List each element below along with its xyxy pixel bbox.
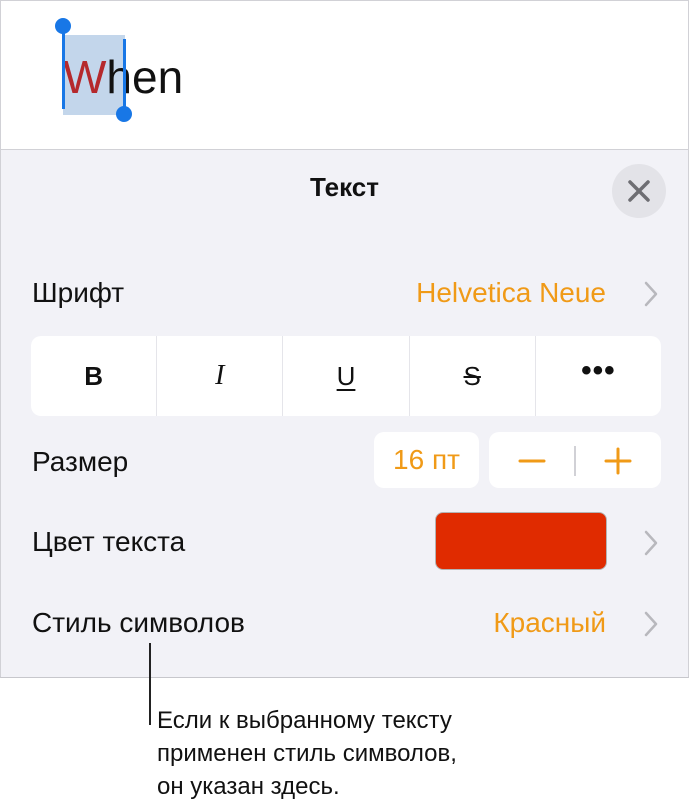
selection-start-caret [62, 29, 65, 109]
selection-end-handle[interactable] [116, 106, 132, 122]
more-icon: ••• [581, 354, 616, 387]
size-stepper [489, 432, 661, 488]
strikethrough-button[interactable]: S [408, 336, 535, 416]
font-label: Шрифт [32, 277, 125, 308]
more-options-button[interactable]: ••• [534, 336, 661, 416]
callout-text: Если к выбранному тексту применен стиль … [157, 707, 457, 800]
text-color-label: Цвет текста [32, 526, 186, 557]
selected-letter[interactable]: W [63, 51, 106, 103]
bold-label: B [84, 360, 103, 391]
italic-label: I [215, 360, 225, 391]
chevron-right-icon [644, 281, 658, 307]
stepper-divider [574, 446, 576, 476]
panel-title: Текст [310, 172, 379, 202]
italic-button[interactable]: I [156, 336, 282, 416]
close-icon [628, 180, 650, 202]
chevron-right-icon [644, 611, 658, 637]
character-style-label: Стиль символов [32, 607, 245, 638]
text-format-popover: When Текст Шрифт Helvetica Neue B I U S … [0, 0, 689, 678]
close-button[interactable] [612, 164, 666, 218]
font-value[interactable]: Helvetica Neue [416, 277, 606, 309]
size-value-field[interactable]: 16 пт [374, 432, 479, 488]
text-color-swatch[interactable] [435, 512, 607, 570]
strikethrough-label: S [463, 360, 481, 391]
unselected-letters[interactable]: hen [106, 51, 183, 103]
chevron-right-icon [644, 530, 658, 556]
bold-button[interactable]: B [31, 336, 156, 416]
font-style-segmented-control: B I U S ••• [31, 336, 661, 416]
callout-leader-line [149, 643, 151, 725]
document-canvas[interactable]: When [1, 1, 688, 149]
size-label: Размер [32, 446, 129, 477]
character-style-value[interactable]: Красный [493, 607, 606, 639]
plus-icon[interactable] [603, 446, 633, 476]
selection-start-handle[interactable] [55, 18, 71, 34]
underline-label: U [336, 360, 356, 391]
underline-button[interactable]: U [282, 336, 408, 416]
format-panel: Текст Шрифт Helvetica Neue B I U S ••• Р… [1, 149, 688, 677]
minus-icon[interactable] [517, 446, 547, 476]
